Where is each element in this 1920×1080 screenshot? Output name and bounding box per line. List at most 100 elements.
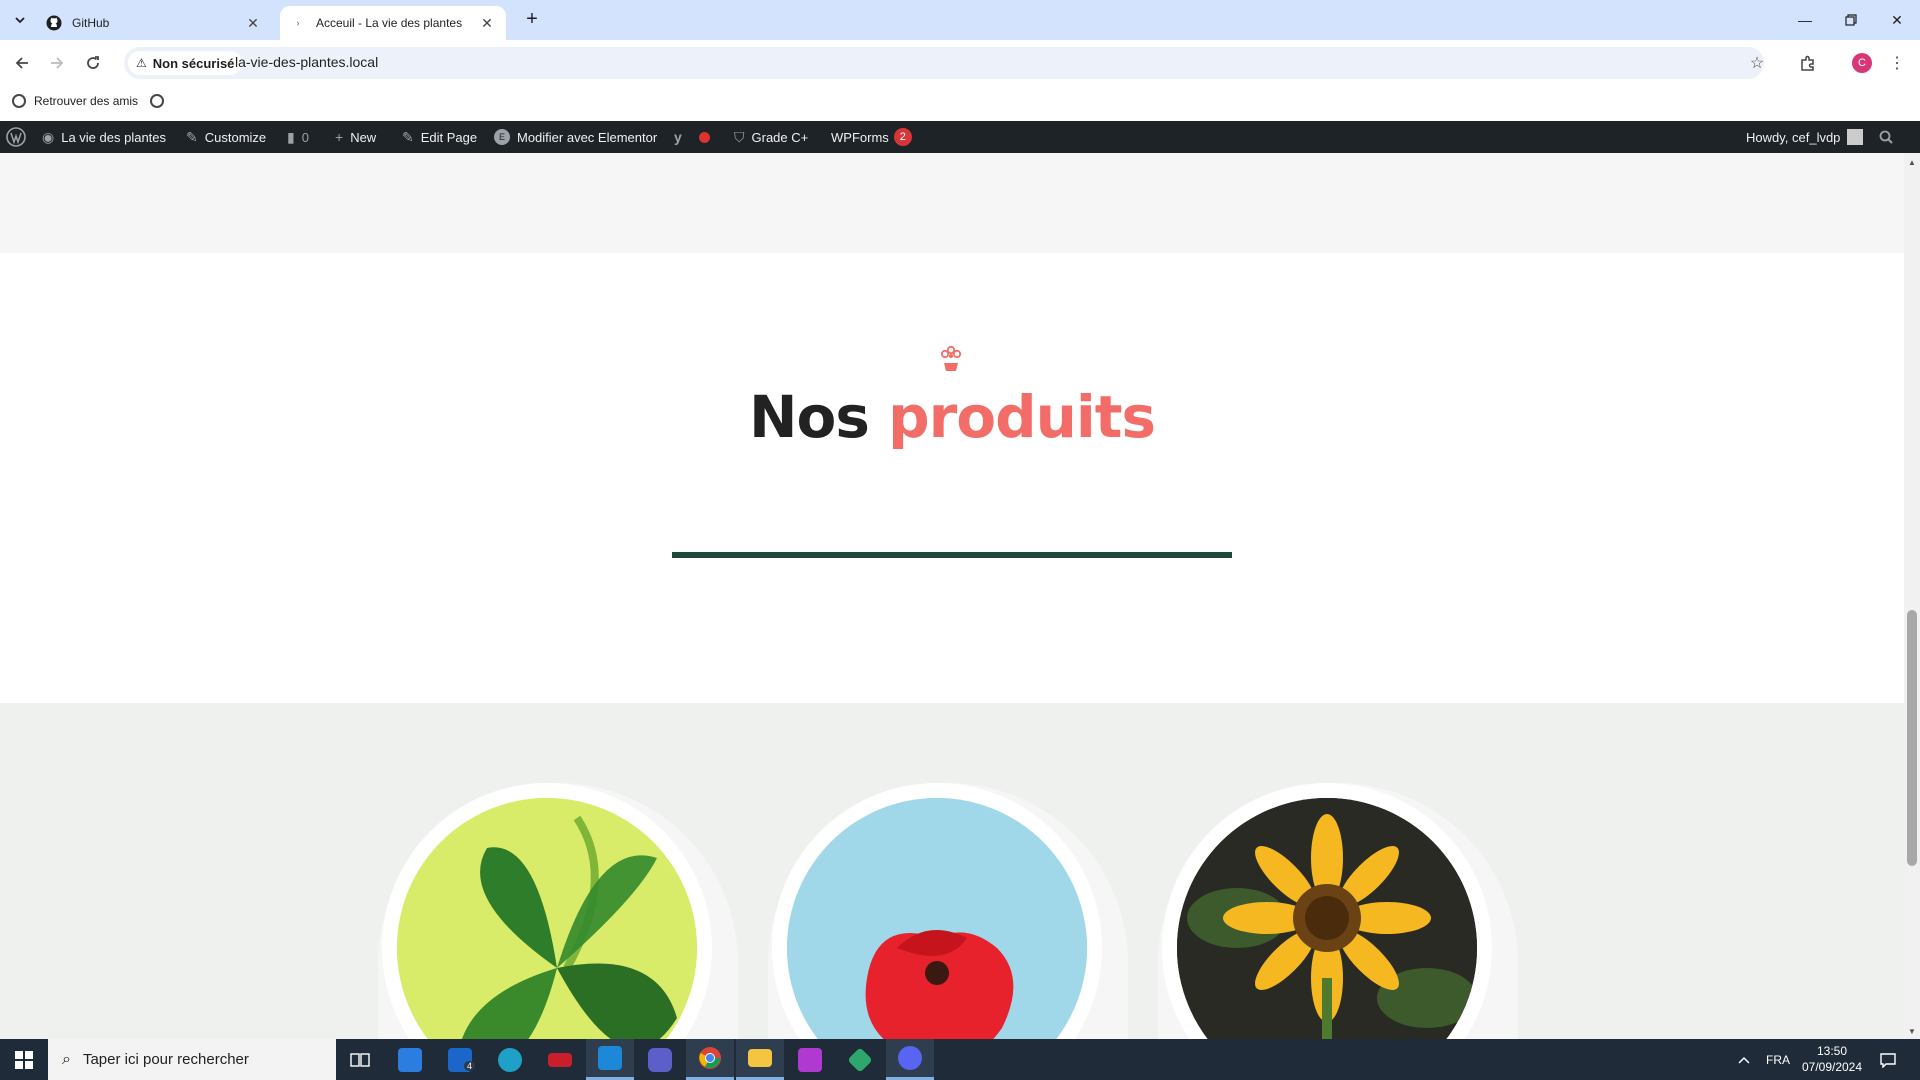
windows-taskbar: ⌕ Taper ici pour rechercher 4 FRA 13:50 …	[0, 1039, 1920, 1080]
scroll-down-arrow[interactable]: ▼	[1904, 1024, 1920, 1038]
edit-page-label: Edit Page	[420, 129, 478, 145]
grade-label: Grade C+	[751, 129, 809, 145]
red-app[interactable]	[536, 1039, 584, 1080]
scrollbar-thumb[interactable]	[1907, 610, 1917, 866]
green-app[interactable]	[836, 1039, 884, 1080]
tray-overflow-button[interactable]	[1738, 1039, 1750, 1080]
chrome-icon	[699, 1047, 721, 1069]
shield-icon: ⛉	[734, 128, 745, 145]
avatar	[1847, 129, 1864, 145]
comments-link[interactable]: ▮ 0	[287, 121, 309, 153]
file-explorer-app[interactable]	[736, 1039, 784, 1080]
yoast-icon: y	[674, 129, 682, 145]
bookmark-item-globe[interactable]	[150, 94, 172, 108]
close-icon[interactable]: ✕	[244, 15, 262, 32]
mail-app[interactable]: 4	[436, 1039, 484, 1080]
pencil-icon: ✎	[402, 128, 414, 145]
tab-title: Acceuil - La vie des plantes	[316, 16, 463, 30]
discord-app[interactable]	[886, 1039, 934, 1080]
vscode-app[interactable]	[586, 1039, 634, 1080]
bookmark-star-icon[interactable]: ☆	[1746, 52, 1768, 74]
phpstorm-icon	[798, 1047, 822, 1072]
edge-icon	[498, 1047, 522, 1072]
extensions-icon[interactable]	[1797, 52, 1819, 74]
notification-icon	[1880, 1052, 1896, 1068]
phpstorm-app[interactable]	[786, 1039, 834, 1080]
edit-page-link[interactable]: ✎ Edit Page	[402, 121, 477, 153]
products-heading-section	[0, 253, 1904, 703]
video-icon	[648, 1047, 672, 1072]
menu-kebab-icon[interactable]: ⋮	[1886, 52, 1908, 74]
wpforms-label: WPForms	[831, 129, 889, 145]
language-indicator[interactable]: FRA	[1766, 1039, 1790, 1080]
clock-time: 13:50	[1816, 1044, 1848, 1058]
app-icon	[548, 1052, 572, 1067]
task-view-button[interactable]	[336, 1039, 384, 1080]
arrow-left-icon	[15, 57, 28, 69]
elementor-link[interactable]: E Modifier avec Elementor	[494, 121, 657, 153]
wp-admin-bar: ◉ La vie des plantes ✎ Customize ▮ 0 + N…	[0, 121, 1920, 153]
clock-date: 07/09/2024	[1801, 1060, 1863, 1074]
page-favicon-icon: ›	[296, 18, 300, 28]
url-text[interactable]: la-vie-des-plantes.local	[235, 54, 378, 70]
wordpress-icon	[6, 127, 26, 147]
restore-icon	[1845, 14, 1857, 26]
edge-app[interactable]	[486, 1039, 534, 1080]
start-button[interactable]	[0, 1039, 48, 1080]
bookmarks-bar: Retrouver des amis	[0, 86, 1920, 122]
customize-link[interactable]: ✎ Customize	[186, 121, 266, 153]
new-label: New	[350, 129, 377, 145]
tab-strip: GitHub ✕ › Acceuil - La vie des plantes …	[0, 0, 1920, 40]
elementor-icon: E	[494, 129, 510, 145]
tab-search-button[interactable]	[8, 8, 32, 32]
back-button[interactable]	[10, 51, 34, 75]
close-window-button[interactable]: ✕	[1874, 0, 1920, 40]
bookmark-label: Retrouver des amis	[34, 94, 139, 108]
forward-button[interactable]	[45, 51, 69, 75]
page-scrollbar[interactable]	[1904, 153, 1920, 1039]
taskbar-search[interactable]: ⌕ Taper ici pour rechercher	[48, 1039, 336, 1080]
windows-icon	[15, 1050, 33, 1069]
task-view-icon	[350, 1052, 370, 1067]
search-placeholder: Taper ici pour rechercher	[82, 1051, 249, 1068]
yoast-link[interactable]: y	[674, 121, 710, 153]
chevron-down-icon	[15, 17, 25, 24]
admin-search-button[interactable]	[1879, 121, 1893, 153]
scroll-up-arrow[interactable]: ▲	[1904, 155, 1920, 169]
store-app[interactable]	[386, 1039, 434, 1080]
wordpress-logo[interactable]	[6, 121, 26, 153]
video-app[interactable]	[636, 1039, 684, 1080]
reload-button[interactable]	[81, 51, 105, 75]
warning-icon: ⚠	[136, 56, 147, 70]
restore-button[interactable]	[1828, 0, 1874, 40]
mail-badge: 4	[464, 1061, 476, 1071]
grade-link[interactable]: ⛉ Grade C+	[734, 121, 808, 153]
heading-accent: produits	[888, 383, 1156, 451]
security-chip[interactable]: ⚠ Non sécurisé	[128, 51, 243, 75]
dashboard-icon: ◉	[42, 128, 55, 145]
close-icon[interactable]: ✕	[478, 15, 496, 32]
flower-pot-icon	[940, 345, 962, 371]
notifications-button[interactable]	[1880, 1039, 1896, 1080]
heading-main: Nos	[748, 383, 870, 451]
tab-acceuil[interactable]: › Acceuil - La vie des plantes ✕	[280, 6, 506, 40]
wpforms-count-badge: 2	[893, 128, 912, 146]
github-icon	[46, 15, 62, 31]
discord-icon	[898, 1046, 922, 1070]
howdy-label: Howdy, cef_lvdp	[1746, 129, 1841, 145]
bookmark-item[interactable]: Retrouver des amis	[12, 94, 138, 108]
minimize-button[interactable]: —	[1782, 0, 1828, 40]
profile-avatar[interactable]: C	[1852, 53, 1872, 73]
vscode-icon	[598, 1046, 622, 1070]
comment-icon: ▮	[287, 128, 295, 145]
account-menu[interactable]: Howdy, cef_lvdp	[1746, 121, 1864, 153]
new-tab-button[interactable]: +	[520, 8, 544, 32]
wpforms-link[interactable]: WPForms 2	[831, 121, 912, 153]
new-content-link[interactable]: + New	[335, 121, 376, 153]
chrome-app[interactable]	[686, 1039, 734, 1080]
site-name-link[interactable]: ◉ La vie des plantes	[42, 121, 166, 153]
security-label: Non sécurisé	[152, 55, 235, 71]
previous-section	[0, 153, 1904, 253]
tab-github[interactable]: GitHub ✕	[36, 6, 272, 40]
clock[interactable]: 13:50 07/09/2024	[1790, 1043, 1874, 1075]
